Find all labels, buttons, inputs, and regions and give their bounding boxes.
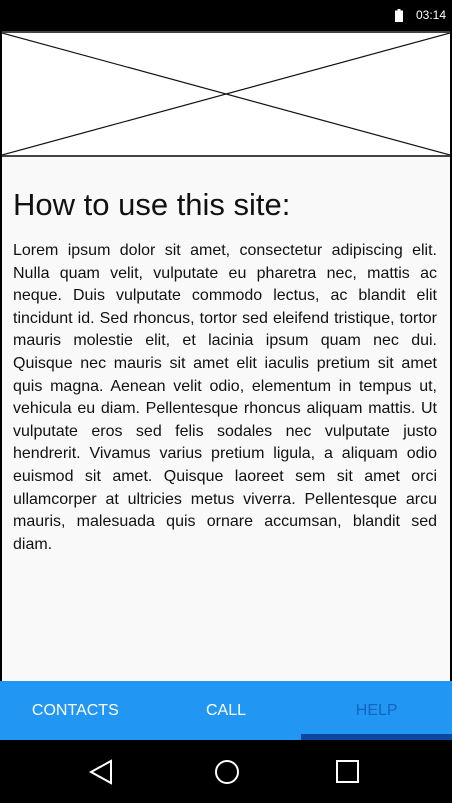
status-time: 03:14	[415, 8, 446, 22]
tab-contacts-label: CONTACTS	[31, 701, 119, 719]
page-title: How to use this site:	[13, 187, 291, 222]
battery-icon	[395, 9, 403, 22]
tab-help-label: HELP	[355, 701, 398, 719]
recents-icon[interactable]	[333, 758, 363, 786]
home-icon[interactable]	[212, 758, 242, 786]
tab-call[interactable]: CALL	[151, 681, 302, 740]
body-text: Lorem ipsum dolor sit amet, consectetur …	[13, 242, 437, 553]
bottom-tab-bar: CONTACTS CALL HELP	[0, 681, 452, 740]
image-placeholder	[2, 31, 450, 157]
back-icon[interactable]	[86, 758, 116, 786]
tab-help[interactable]: HELP	[301, 681, 452, 740]
system-nav-bar	[0, 740, 452, 803]
status-bar: 03:14	[0, 0, 452, 31]
tab-contacts[interactable]: CONTACTS	[0, 681, 151, 740]
tab-call-label: CALL	[205, 701, 247, 719]
app-screen: How to use this site: Lorem ipsum dolor …	[0, 31, 452, 681]
image-placeholder-icon	[2, 33, 450, 155]
